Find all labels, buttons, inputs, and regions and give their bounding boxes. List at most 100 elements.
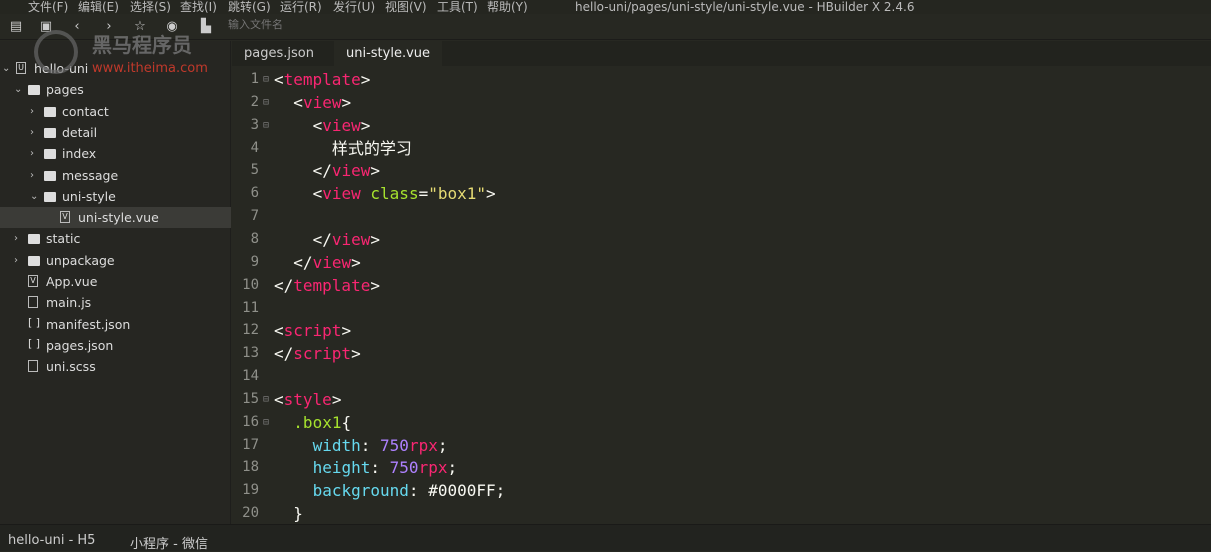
code-token: >	[360, 115, 371, 135]
menu-item[interactable]: 帮助(Y)	[487, 0, 528, 14]
code-token: rpx	[418, 458, 448, 478]
code-content: }	[274, 502, 303, 525]
tab-pages-json[interactable]: pages.json	[232, 41, 326, 66]
chevron-right-icon[interactable]: ›	[14, 228, 24, 249]
fold-toggle-icon[interactable]: ⊟	[263, 114, 269, 137]
tree-item-label: uni-style.vue	[78, 210, 159, 226]
tree-item-static[interactable]: › static	[0, 228, 231, 249]
tree-item-unpackage[interactable]: › unpackage	[0, 250, 231, 271]
code-token: view	[331, 161, 371, 181]
code-content: 样式的学习	[274, 137, 412, 160]
line-number: 9	[250, 253, 259, 270]
fold-toggle-icon[interactable]: ⊟	[263, 91, 269, 114]
tree-item-app-vue[interactable]: V App.vue	[0, 271, 231, 292]
star-icon[interactable]: ☆	[131, 18, 149, 36]
menu-item[interactable]: 跳转(G)	[228, 0, 271, 14]
chevron-right-icon[interactable]: ›	[30, 101, 40, 122]
fold-toggle-icon[interactable]: ⊟	[263, 388, 269, 411]
json-file-icon: [ ]	[28, 315, 41, 329]
save-icon[interactable]: ▣	[37, 18, 55, 36]
menu-item[interactable]: 视图(V)	[385, 0, 427, 14]
menu-item[interactable]: 工具(T)	[437, 0, 478, 14]
folder-icon	[28, 255, 40, 266]
run-icon[interactable]: ◉	[163, 18, 181, 36]
chevron-down-icon[interactable]: ⌄	[30, 186, 40, 207]
project-explorer: ⌄ Uhello-uni ⌄ pages › contact › detail › index › m…	[0, 41, 231, 524]
menu-item[interactable]: 查找(I)	[180, 0, 217, 14]
tree-item-label: contact	[62, 103, 109, 119]
tree-item-uni-style[interactable]: ⌄ uni-style	[0, 186, 231, 207]
menu-item[interactable]: 发行(U)	[333, 0, 375, 14]
chevron-right-icon[interactable]: ›	[14, 250, 24, 271]
code-line: 11	[232, 297, 1211, 320]
forward-icon[interactable]: ›	[100, 18, 118, 36]
code-token: style	[283, 389, 332, 409]
line-number: 11	[242, 299, 259, 316]
tree-item-label: detail	[62, 124, 98, 140]
console-tab-h5[interactable]: hello-uni - H5	[8, 533, 95, 548]
scss-file-icon	[28, 360, 38, 373]
tree-item-uni-scss[interactable]: uni.scss	[0, 356, 231, 377]
code-line: 17 width: 750rpx;	[232, 434, 1211, 457]
tree-item-detail[interactable]: › detail	[0, 122, 231, 143]
fold-toggle-icon[interactable]: ⊟	[263, 411, 269, 434]
code-line: 6 <view class="box1">	[232, 182, 1211, 205]
folder-icon	[28, 234, 40, 245]
open-file-icon[interactable]: ▙	[197, 18, 215, 36]
code-content: </view>	[274, 228, 380, 251]
tree-item-contact[interactable]: › contact	[0, 101, 231, 122]
tree-item-label: static	[46, 231, 81, 247]
back-icon[interactable]: ‹	[68, 18, 86, 36]
line-number: 16	[242, 413, 259, 430]
fold-toggle-icon[interactable]: ⊟	[263, 68, 269, 91]
tree-item-label: hello-uni	[34, 61, 89, 76]
line-number: 8	[250, 230, 259, 247]
code-line: 4 样式的学习	[232, 137, 1211, 160]
tree-item-manifest-json[interactable]: [ ] manifest.json	[0, 314, 231, 335]
code-token: view	[312, 252, 352, 272]
chevron-right-icon[interactable]: ›	[30, 143, 40, 164]
code-token: ;	[437, 435, 448, 455]
tree-item-hello-uni[interactable]: ⌄ Uhello-uni	[0, 58, 231, 79]
new-file-icon[interactable]: ▤	[7, 18, 25, 36]
code-token: </	[274, 344, 294, 364]
tree-item-message[interactable]: › message	[0, 165, 231, 186]
tree-item-pages-json[interactable]: [ ] pages.json	[0, 335, 231, 356]
console-tab-wechat-miniprogram[interactable]: 小程序 - 微信	[130, 533, 208, 552]
code-content: <view class="box1">	[274, 182, 496, 205]
chevron-down-icon[interactable]: ⌄	[2, 58, 12, 79]
chevron-right-icon[interactable]: ›	[30, 165, 40, 186]
chevron-down-icon[interactable]: ⌄	[14, 79, 24, 100]
code-token: {	[341, 412, 352, 432]
code-token: =	[418, 184, 429, 204]
code-token: <	[312, 115, 323, 135]
console-tabs: hello-uni - H5 小程序 - 微信	[0, 524, 1211, 552]
code-token: ;	[447, 458, 458, 478]
code-token: #0000FF	[428, 481, 496, 501]
menu-item[interactable]: 编辑(E)	[78, 0, 119, 14]
menu-item[interactable]: 文件(F)	[28, 0, 68, 14]
code-token: <	[274, 70, 284, 89]
tree-item-pages[interactable]: ⌄ pages	[0, 79, 231, 100]
menu-item[interactable]: 选择(S)	[130, 0, 171, 14]
tree-item-label: message	[62, 167, 119, 183]
tab-uni-style-vue[interactable]: uni-style.vue	[334, 41, 443, 66]
chevron-right-icon[interactable]: ›	[30, 122, 40, 143]
folder-icon	[44, 127, 56, 138]
tree-item-index[interactable]: › index	[0, 143, 231, 164]
code-editor[interactable]: 1 ⊟ <template> 2 ⊟ <view> 3 ⊟ <view> 4 样式的学习 5 </vie…	[232, 66, 1211, 524]
code-line: 15 ⊟ <style>	[232, 388, 1211, 411]
code-token: >	[370, 275, 380, 295]
line-number: 3	[250, 116, 259, 133]
file-search-input[interactable]	[228, 19, 428, 31]
code-content: </template>	[274, 274, 380, 297]
tree-item-label: pages	[46, 82, 84, 98]
tree-item-main-js[interactable]: main.js	[0, 292, 231, 313]
tree-item-uni-style-vue[interactable]: Vuni-style.vue	[0, 207, 231, 229]
code-content: .box1{	[274, 411, 351, 434]
menu-item[interactable]: 运行(R)	[280, 0, 322, 14]
folder-icon	[44, 170, 56, 181]
code-content: <view>	[274, 91, 351, 114]
code-token: background	[312, 481, 409, 501]
